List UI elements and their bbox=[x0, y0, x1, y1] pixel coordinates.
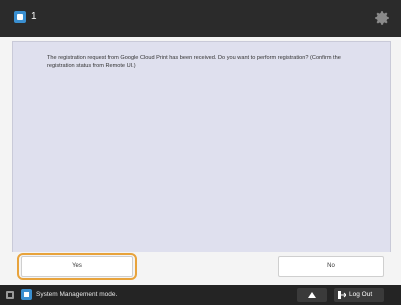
logout-icon bbox=[338, 291, 346, 299]
yes-button[interactable]: Yes bbox=[21, 256, 133, 277]
logout-button[interactable]: Log Out bbox=[334, 288, 384, 302]
arrow-up-button[interactable] bbox=[297, 288, 327, 302]
confirmation-dialog: The registration request from Google Clo… bbox=[12, 41, 391, 254]
system-management-icon bbox=[21, 289, 32, 300]
dialog-message: The registration request from Google Clo… bbox=[47, 55, 341, 69]
status-bar: System Management mode. Log Out bbox=[0, 285, 401, 305]
copier-app-icon bbox=[14, 11, 26, 23]
top-bar: 1 bbox=[0, 0, 401, 37]
mode-label: System Management mode. bbox=[36, 291, 118, 298]
logout-label: Log Out bbox=[349, 291, 373, 298]
screen: 1 The registration request from Google C… bbox=[0, 0, 401, 305]
gear-icon[interactable] bbox=[373, 9, 391, 27]
no-button[interactable]: No bbox=[278, 256, 384, 277]
title-number: 1 bbox=[31, 11, 37, 22]
status-icon bbox=[6, 291, 14, 299]
